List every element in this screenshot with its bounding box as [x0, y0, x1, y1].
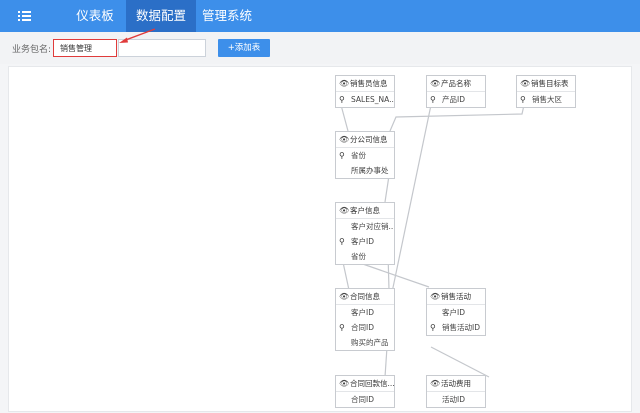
key-icon: ⚲ [339, 323, 345, 332]
table-title: 客户信息 [350, 206, 380, 215]
key-icon: ⚲ [430, 95, 436, 104]
table-card-header: 👁销售活动 [427, 289, 485, 305]
eye-icon[interactable]: 👁 [520, 76, 530, 91]
field-label: 客户ID [351, 308, 374, 317]
field-label: 客户ID [442, 308, 465, 317]
table-field: ⚲ 合同ID [336, 320, 394, 335]
table-title: 分公司信息 [350, 135, 388, 144]
table-card-header: 👁销售员信息 [336, 76, 394, 92]
table-card-header: 👁合同回款信... [336, 376, 394, 392]
eye-icon[interactable]: 👁 [339, 376, 349, 391]
table-field: ⚲ 客户ID [336, 234, 394, 249]
key-icon: ⚲ [520, 95, 526, 104]
table-card[interactable]: 👁销售活动 客户ID ⚲ 销售活动ID [426, 288, 486, 336]
table-title: 销售活动 [441, 292, 471, 301]
table-card-header: 👁活动费用 [427, 376, 485, 392]
key-icon: ⚲ [430, 323, 436, 332]
table-field: ⚲ 省份 [336, 148, 394, 163]
eye-icon[interactable]: 👁 [430, 376, 440, 391]
relationship-lines [340, 104, 525, 378]
table-title: 活动费用 [441, 379, 471, 388]
table-title: 合同回款信... [350, 379, 394, 388]
field-label: 合同ID [351, 395, 374, 404]
eye-icon[interactable]: 👁 [339, 132, 349, 147]
table-field: 客户对应销... [336, 219, 394, 234]
table-title: 产品名称 [441, 79, 471, 88]
table-card-header: 👁产品名称 [427, 76, 485, 92]
eye-icon[interactable]: 👁 [339, 289, 349, 304]
table-field: 活动ID [427, 392, 485, 407]
field-label: 省份 [351, 151, 366, 160]
table-card[interactable]: 👁客户信息 客户对应销... ⚲ 客户ID 省份 [335, 202, 395, 265]
field-label: 客户ID [351, 237, 374, 246]
field-label: 省份 [351, 252, 366, 261]
table-field: 合同ID [336, 392, 394, 407]
eye-icon[interactable]: 👁 [339, 203, 349, 218]
key-icon: ⚲ [339, 237, 345, 246]
table-card[interactable]: 👁产品名称 ⚲ 产品ID [426, 75, 486, 108]
field-label: 所属办事处 [351, 166, 389, 175]
table-card[interactable]: 👁合同信息 客户ID ⚲ 合同ID 购买的产品 [335, 288, 395, 351]
field-label: 销售大区 [532, 95, 562, 104]
table-field: ⚲ 销售大区 [517, 92, 575, 107]
table-field: 所属办事处 [336, 163, 394, 178]
table-card-header: 👁客户信息 [336, 203, 394, 219]
field-label: 客户对应销... [351, 222, 394, 231]
field-label: 合同ID [351, 323, 374, 332]
table-title: 销售员信息 [350, 79, 388, 88]
table-card[interactable]: 👁分公司信息 ⚲ 省份 所属办事处 [335, 131, 395, 179]
table-card[interactable]: 👁活动费用 活动ID [426, 375, 486, 408]
table-field: 购买的产品 [336, 335, 394, 350]
field-label: 销售活动ID [442, 323, 480, 332]
table-field: ⚲ 销售活动ID [427, 320, 485, 335]
field-label: SALES_NA... [351, 95, 394, 104]
table-title: 合同信息 [350, 292, 380, 301]
table-card-header: 👁分公司信息 [336, 132, 394, 148]
table-title: 销售目标表 [531, 79, 569, 88]
table-card[interactable]: 👁合同回款信... 合同ID [335, 375, 395, 408]
eye-icon[interactable]: 👁 [339, 76, 349, 91]
table-field: 省份 [336, 249, 394, 264]
field-label: 购买的产品 [351, 338, 389, 347]
key-icon: ⚲ [339, 95, 345, 104]
table-field: ⚲ 产品ID [427, 92, 485, 107]
table-field: 客户ID [336, 305, 394, 320]
table-card-header: 👁销售目标表 [517, 76, 575, 92]
table-card[interactable]: 👁销售目标表 ⚲ 销售大区 [516, 75, 576, 108]
field-label: 产品ID [442, 95, 465, 104]
model-canvas: 👁销售员信息 ⚲ SALES_NA... 👁产品名称 ⚲ 产品ID 👁销售目标表 ⚲… [8, 66, 632, 412]
table-field: 客户ID [427, 305, 485, 320]
table-card-header: 👁合同信息 [336, 289, 394, 305]
eye-icon[interactable]: 👁 [430, 76, 440, 91]
eye-icon[interactable]: 👁 [430, 289, 440, 304]
table-field: ⚲ SALES_NA... [336, 92, 394, 107]
table-card[interactable]: 👁销售员信息 ⚲ SALES_NA... [335, 75, 395, 108]
key-icon: ⚲ [339, 151, 345, 160]
field-label: 活动ID [442, 395, 465, 404]
